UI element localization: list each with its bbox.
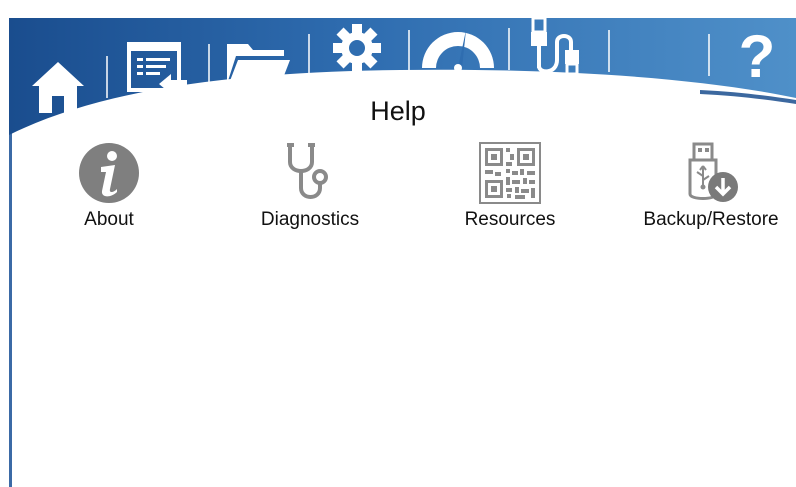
diagnostics-tile[interactable]: Diagnostics: [215, 140, 405, 240]
app-window: ? Help About Diagnostics Resources Backu…: [0, 0, 796, 487]
qr-code-icon: [479, 142, 541, 204]
usb-download-icon: [688, 142, 738, 202]
backup-restore-tile[interactable]: Backup/Restore: [616, 140, 796, 240]
toolbar-separator: [106, 56, 108, 98]
settings-button[interactable]: [322, 3, 392, 93]
toolbar-separator: [608, 30, 610, 72]
screen-log-icon: [127, 42, 187, 94]
toolbar-separator: [208, 44, 210, 86]
backup-restore-label: Backup/Restore: [643, 209, 779, 230]
about-label: About: [84, 209, 134, 230]
toolbar-separator: [708, 34, 710, 76]
files-button[interactable]: [222, 18, 294, 108]
gauge-button[interactable]: [418, 0, 498, 90]
toolbar-separator: [508, 28, 510, 70]
diagnostics-label: Diagnostics: [260, 209, 360, 230]
stethoscope-icon: [287, 143, 328, 199]
resources-label: Resources: [464, 209, 556, 230]
resources-tile[interactable]: Resources: [415, 140, 605, 240]
about-tile[interactable]: About: [14, 140, 204, 240]
folder-icon: [227, 44, 290, 86]
gear-icon: [333, 24, 381, 72]
page-title: Help: [370, 96, 426, 126]
question-icon: ?: [738, 23, 776, 90]
info-icon: [79, 143, 139, 203]
toolbar-separator: [408, 30, 410, 72]
toolbar-separator: [308, 34, 310, 76]
usb-button[interactable]: [524, 0, 594, 90]
gauge-icon: [422, 30, 494, 72]
usb-cable-icon: [531, 16, 579, 76]
help-button[interactable]: ?: [722, 12, 792, 102]
